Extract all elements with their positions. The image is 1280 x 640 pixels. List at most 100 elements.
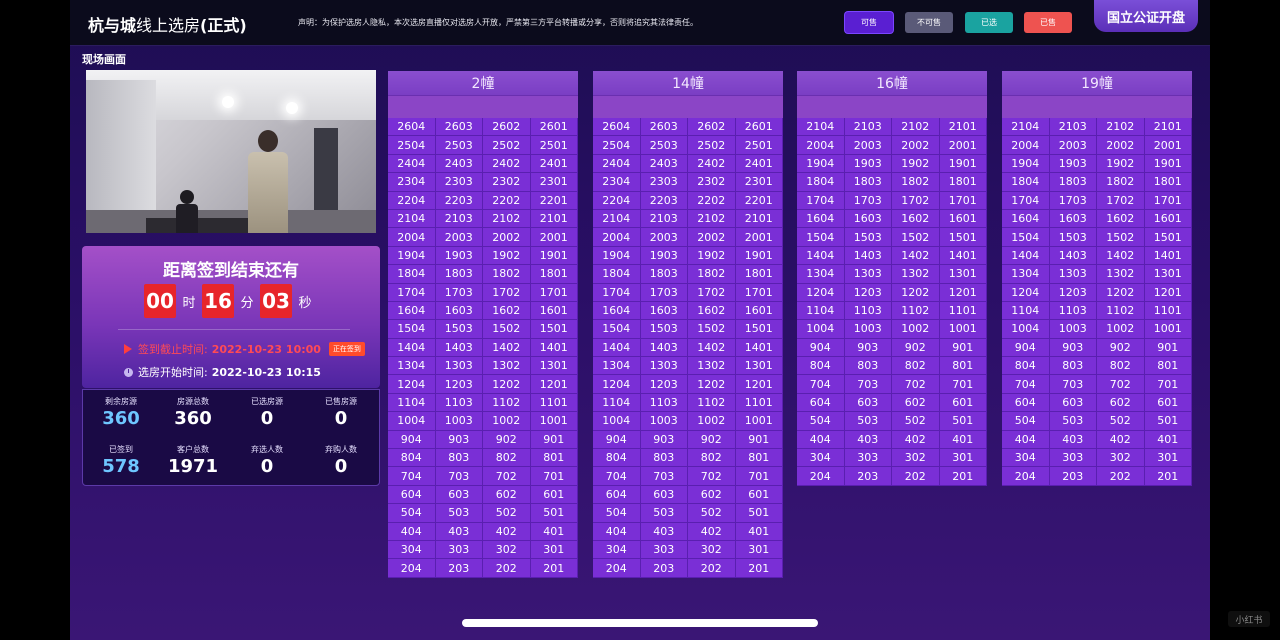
unit-cell[interactable]: 201 [1144,467,1192,486]
unit-cell[interactable]: 1301 [735,357,783,376]
unit-cell[interactable]: 1002 [483,412,531,431]
unit-cell[interactable]: 202 [688,559,736,578]
unit-cell[interactable]: 1604 [388,301,436,321]
unit-cell[interactable]: 2503 [640,136,688,155]
unit-cell[interactable]: 1404 [797,246,845,266]
unit-cell[interactable]: 1602 [483,301,531,321]
unit-cell[interactable]: 302 [1097,449,1145,468]
unit-cell[interactable]: 2002 [483,228,531,247]
unit-cell[interactable]: 1204 [388,375,436,394]
unit-cell[interactable]: 304 [797,449,845,468]
unit-cell[interactable]: 1804 [593,265,641,284]
unit-cell[interactable]: 701 [939,375,987,394]
unit-cell[interactable]: 2404 [593,154,641,174]
unit-cell[interactable]: 1101 [735,393,783,413]
unit-cell[interactable]: 203 [640,559,688,578]
unit-cell[interactable]: 1003 [640,412,688,431]
unit-cell[interactable]: 902 [483,430,531,450]
unit-cell[interactable]: 1803 [640,265,688,284]
unit-cell[interactable]: 2002 [688,228,736,247]
unit-cell[interactable]: 1104 [797,301,845,321]
unit-cell[interactable]: 1204 [797,283,845,302]
unit-cell[interactable]: 1604 [797,209,845,229]
unit-cell[interactable]: 1202 [688,375,736,394]
unit-cell[interactable]: 1604 [1002,209,1050,229]
unit-cell[interactable]: 2501 [530,136,578,155]
unit-cell[interactable]: 701 [1144,375,1192,394]
unit-cell[interactable]: 2601 [530,118,578,137]
unit-cell[interactable]: 504 [593,504,641,523]
unit-cell[interactable]: 204 [797,467,845,486]
unit-cell[interactable]: 1703 [435,283,483,302]
unit-cell[interactable]: 1803 [435,265,483,284]
unit-cell[interactable]: 2004 [593,228,641,247]
unit-cell[interactable]: 801 [939,357,987,376]
unit-cell[interactable]: 604 [1002,393,1050,413]
unit-cell[interactable]: 804 [593,449,641,468]
unit-cell[interactable]: 2104 [388,209,436,229]
unit-cell[interactable]: 1104 [388,393,436,413]
unit-cell[interactable]: 2404 [388,154,436,174]
unit-cell[interactable]: 1201 [1144,283,1192,302]
unit-cell[interactable]: 901 [530,430,578,450]
unit-cell[interactable]: 1102 [892,301,940,321]
unit-cell[interactable]: 1004 [797,320,845,339]
unit-cell[interactable]: 2103 [435,209,483,229]
unit-cell[interactable]: 1103 [640,393,688,413]
unit-cell[interactable]: 302 [892,449,940,468]
unit-cell[interactable]: 1404 [1002,246,1050,266]
unit-cell[interactable]: 1002 [892,320,940,339]
unit-cell[interactable]: 2301 [530,173,578,192]
unit-cell[interactable]: 2103 [844,118,892,137]
unit-cell[interactable]: 1202 [892,283,940,302]
unit-cell[interactable]: 1702 [483,283,531,302]
unit-cell[interactable]: 2104 [797,118,845,137]
unit-cell[interactable]: 2604 [388,118,436,137]
unit-cell[interactable]: 502 [1097,412,1145,431]
unit-cell[interactable]: 1402 [1097,246,1145,266]
unit-cell[interactable]: 1203 [435,375,483,394]
unit-cell[interactable]: 702 [483,467,531,486]
unit-cell[interactable]: 1903 [1049,154,1097,174]
unit-cell[interactable]: 1402 [688,338,736,358]
unit-cell[interactable]: 2203 [640,191,688,210]
unit-cell[interactable]: 1501 [735,320,783,339]
unit-cell[interactable]: 2004 [1002,136,1050,155]
unit-cell[interactable]: 902 [1097,338,1145,358]
unit-cell[interactable]: 1102 [688,393,736,413]
unit-cell[interactable]: 1103 [1049,301,1097,321]
unit-cell[interactable]: 901 [735,430,783,450]
unit-cell[interactable]: 1601 [530,301,578,321]
unit-cell[interactable]: 1104 [1002,301,1050,321]
unit-cell[interactable]: 801 [1144,357,1192,376]
unit-cell[interactable]: 1902 [1097,154,1145,174]
unit-cell[interactable]: 1201 [735,375,783,394]
unit-cell[interactable]: 203 [844,467,892,486]
unit-cell[interactable]: 1301 [1144,265,1192,284]
unit-cell[interactable]: 1301 [530,357,578,376]
unit-cell[interactable]: 1603 [435,301,483,321]
unit-cell[interactable]: 1202 [483,375,531,394]
unit-cell[interactable]: 1204 [1002,283,1050,302]
unit-cell[interactable]: 2101 [1144,118,1192,137]
unit-cell[interactable]: 2401 [735,154,783,174]
unit-cell[interactable]: 2001 [1144,136,1192,155]
unit-cell[interactable]: 1604 [593,301,641,321]
unit-cell[interactable]: 504 [1002,412,1050,431]
unit-cell[interactable]: 702 [688,467,736,486]
unit-cell[interactable]: 2203 [435,191,483,210]
unit-cell[interactable]: 1303 [1049,265,1097,284]
unit-cell[interactable]: 2103 [640,209,688,229]
unit-cell[interactable]: 2603 [640,118,688,137]
unit-cell[interactable]: 1504 [593,320,641,339]
unit-cell[interactable]: 904 [1002,338,1050,358]
unit-cell[interactable]: 2403 [640,154,688,174]
unit-cell[interactable]: 1304 [593,357,641,376]
unit-cell[interactable]: 801 [530,449,578,468]
unit-cell[interactable]: 2104 [1002,118,1050,137]
unit-cell[interactable]: 2504 [388,136,436,155]
unit-cell[interactable]: 904 [388,430,436,450]
unit-cell[interactable]: 2001 [735,228,783,247]
unit-cell[interactable]: 603 [640,485,688,505]
unit-cell[interactable]: 1301 [939,265,987,284]
